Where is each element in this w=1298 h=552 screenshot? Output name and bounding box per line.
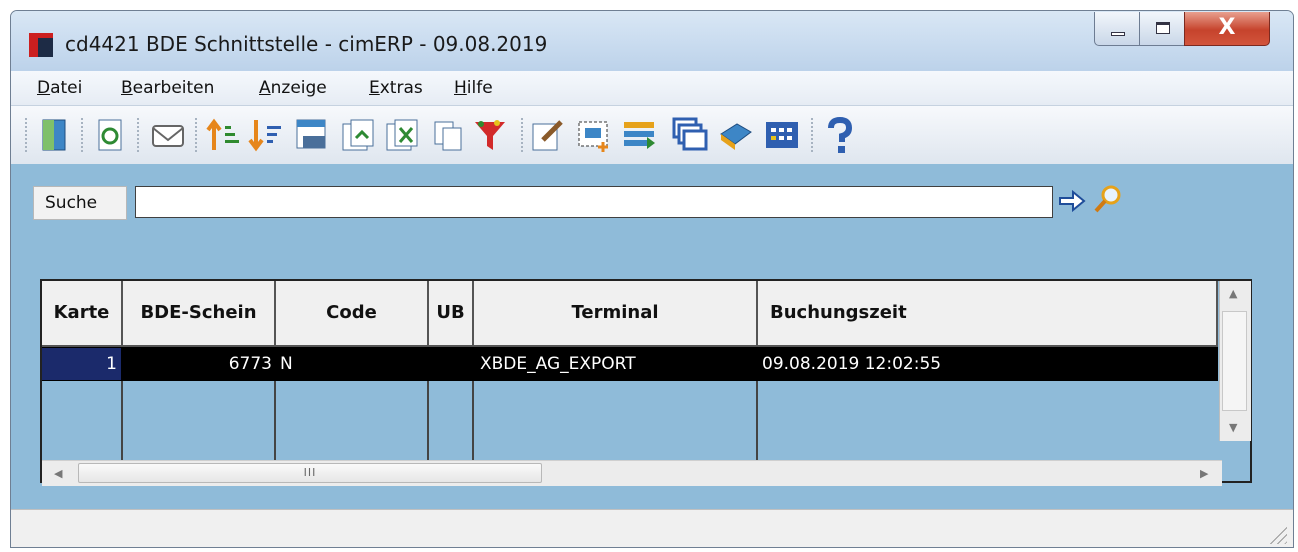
excel-export-icon[interactable] bbox=[383, 116, 421, 154]
windows-icon[interactable] bbox=[671, 116, 709, 154]
sort-ascending-icon[interactable] bbox=[205, 116, 243, 154]
column-header-buchungszeit[interactable]: Buchungszeit bbox=[758, 281, 1218, 347]
copy-icon[interactable] bbox=[429, 116, 467, 154]
toolbar bbox=[11, 106, 1293, 165]
search-input[interactable] bbox=[135, 186, 1053, 218]
menu-bar: Datei Bearbeiten Anzeige Extras Hilfe bbox=[11, 71, 1293, 106]
vertical-scrollbar[interactable]: ▲ ▼ bbox=[1219, 281, 1251, 441]
close-icon: X bbox=[1218, 15, 1236, 40]
main-area: Karte BDE-Schein Code UB Terminal Buchun… bbox=[11, 240, 1293, 509]
grid-icon[interactable] bbox=[763, 116, 801, 154]
book-pen-icon[interactable] bbox=[717, 116, 755, 154]
column-header-terminal[interactable]: Terminal bbox=[474, 281, 758, 347]
help-question-icon[interactable] bbox=[821, 116, 859, 154]
toolbar-separator bbox=[81, 118, 86, 152]
sort-descending-icon[interactable] bbox=[247, 116, 285, 154]
window-title: cd4421 BDE Schnittstelle - cimERP - 09.0… bbox=[65, 32, 548, 56]
filter-funnel-icon[interactable] bbox=[471, 116, 509, 154]
menu-hilfe[interactable]: Hilfe bbox=[454, 78, 493, 98]
scroll-left-icon[interactable]: ◀ bbox=[54, 467, 62, 480]
toolbar-separator bbox=[811, 118, 816, 152]
column-header-bde-schein[interactable]: BDE-Schein bbox=[123, 281, 276, 347]
calendar-123-icon[interactable] bbox=[293, 116, 331, 154]
toolbar-separator bbox=[521, 118, 526, 152]
cell-terminal: XBDE_AG_EXPORT bbox=[480, 354, 636, 374]
search-label: Suche bbox=[45, 193, 98, 213]
status-bar bbox=[11, 509, 1293, 547]
select-area-icon[interactable] bbox=[575, 116, 613, 154]
menu-datei[interactable]: Datei bbox=[37, 78, 82, 98]
scroll-right-icon[interactable]: ▶ bbox=[1200, 467, 1208, 480]
app-logo-icon bbox=[29, 33, 53, 57]
list-add-icon[interactable] bbox=[621, 116, 659, 154]
exit-door-icon[interactable] bbox=[35, 116, 73, 154]
close-button[interactable]: X bbox=[1184, 12, 1270, 46]
vertical-scroll-thumb[interactable] bbox=[1222, 311, 1247, 411]
cell-karte: 1 bbox=[42, 348, 121, 380]
column-header-karte[interactable]: Karte bbox=[42, 281, 123, 347]
edit-icon[interactable] bbox=[529, 116, 567, 154]
search-bar: Suche bbox=[11, 164, 1293, 240]
scroll-up-icon[interactable]: ▲ bbox=[1229, 287, 1237, 300]
cell-buchungszeit: 09.08.2019 12:02:55 bbox=[762, 354, 942, 374]
column-header-ub[interactable]: UB bbox=[429, 281, 474, 347]
toolbar-grip bbox=[25, 118, 30, 152]
horizontal-scrollbar[interactable]: ◀ III ▶ bbox=[42, 460, 1222, 486]
cell-ub bbox=[429, 348, 474, 380]
export-icon[interactable] bbox=[339, 116, 377, 154]
menu-anzeige[interactable]: Anzeige bbox=[259, 78, 327, 98]
minimize-button[interactable] bbox=[1094, 12, 1140, 46]
horizontal-scroll-thumb[interactable]: III bbox=[78, 463, 542, 483]
arrow-right-icon[interactable] bbox=[1057, 186, 1087, 216]
cell-bde-schein: 6773 bbox=[228, 354, 272, 374]
resize-grip-icon[interactable] bbox=[1265, 522, 1287, 544]
maximize-button[interactable] bbox=[1139, 12, 1185, 46]
title-bar: cd4421 BDE Schnittstelle - cimERP - 09.0… bbox=[11, 11, 1293, 71]
cell-code: N bbox=[280, 354, 293, 374]
menu-extras[interactable]: Extras bbox=[369, 78, 423, 98]
scroll-down-icon[interactable]: ▼ bbox=[1229, 421, 1237, 434]
table-row[interactable]: 1 6773 N XBDE_AG_EXPORT 09.08.2019 12:02… bbox=[42, 347, 1218, 381]
menu-bearbeiten[interactable]: Bearbeiten bbox=[121, 78, 214, 98]
column-header-code[interactable]: Code bbox=[276, 281, 429, 347]
toolbar-separator bbox=[195, 118, 200, 152]
app-window: cd4421 BDE Schnittstelle - cimERP - 09.0… bbox=[10, 10, 1294, 548]
refresh-icon[interactable] bbox=[91, 116, 129, 154]
search-icon[interactable] bbox=[1091, 182, 1125, 216]
mail-icon[interactable] bbox=[149, 116, 187, 154]
data-grid: Karte BDE-Schein Code UB Terminal Buchun… bbox=[40, 279, 1252, 483]
toolbar-separator bbox=[137, 118, 142, 152]
